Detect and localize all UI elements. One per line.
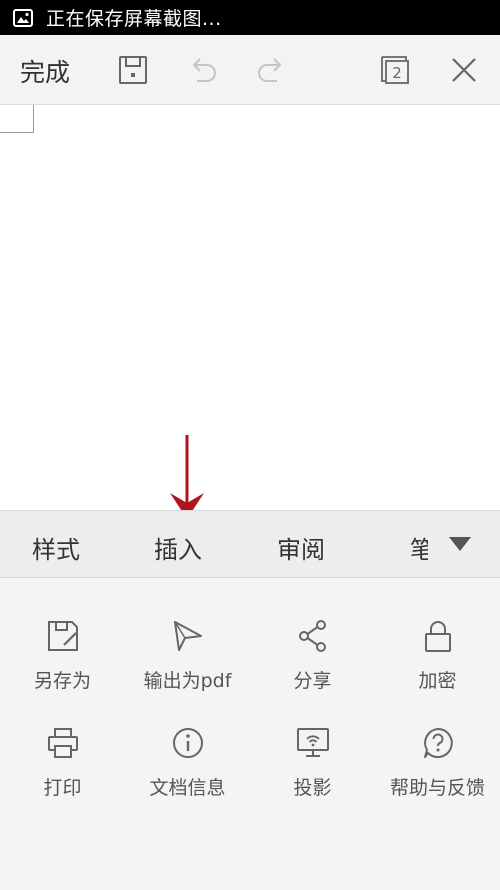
status-bar: 正在保存屏幕截图...: [0, 0, 500, 35]
projection-icon: [295, 725, 331, 761]
menu-item-label: 另存为: [33, 670, 91, 692]
encrypt-button[interactable]: 加密: [375, 618, 500, 693]
window-switch-button[interactable]: 2: [378, 53, 412, 87]
help-feedback-button[interactable]: 帮助与反馈: [375, 725, 500, 800]
tab-style[interactable]: 样式: [32, 530, 80, 565]
menu-item-label: 投影: [293, 777, 332, 799]
undo-icon[interactable]: [186, 53, 220, 87]
info-icon: [170, 725, 206, 761]
tab-pen[interactable]: 笔: [410, 530, 428, 565]
export-pdf-icon: [170, 618, 206, 654]
menu-item-label: 加密: [418, 670, 457, 692]
ribbon-tab-bar: 样式 插入 审阅 笔: [0, 510, 500, 578]
menu-item-label: 输出为pdf: [143, 670, 232, 692]
tab-insert[interactable]: 插入: [154, 530, 202, 565]
menu-item-label: 文档信息: [149, 777, 226, 799]
file-menu-panel: 另存为 输出为pdf 分享 加密 打印 文档信息 投影 帮助与反馈: [0, 578, 500, 890]
page-margin-marker: [0, 105, 34, 133]
export-pdf-button[interactable]: 输出为pdf: [125, 618, 250, 693]
document-canvas[interactable]: [0, 105, 500, 519]
help-icon: [420, 725, 456, 761]
print-icon: [45, 725, 81, 761]
share-button[interactable]: 分享: [250, 618, 375, 693]
document-info-button[interactable]: 文档信息: [125, 725, 250, 800]
save-icon[interactable]: [116, 53, 150, 87]
screenshot-notification-icon: [12, 7, 34, 29]
tab-review[interactable]: 审阅: [277, 530, 325, 565]
status-text: 正在保存屏幕截图...: [46, 8, 222, 30]
done-button[interactable]: 完成: [20, 53, 70, 89]
share-icon: [295, 618, 331, 654]
close-icon[interactable]: [447, 53, 481, 87]
chevron-down-icon[interactable]: [448, 535, 472, 553]
save-as-button[interactable]: 另存为: [0, 618, 125, 693]
save-as-icon: [45, 618, 81, 654]
projection-button[interactable]: 投影: [250, 725, 375, 800]
menu-item-label: 分享: [293, 670, 332, 692]
menu-item-label: 打印: [43, 777, 82, 799]
lock-icon: [420, 618, 456, 654]
menu-item-label: 帮助与反馈: [389, 777, 485, 799]
redo-icon[interactable]: [254, 53, 288, 87]
print-button[interactable]: 打印: [0, 725, 125, 800]
window-count: 2: [392, 64, 402, 82]
top-toolbar: 完成 2: [0, 35, 500, 105]
